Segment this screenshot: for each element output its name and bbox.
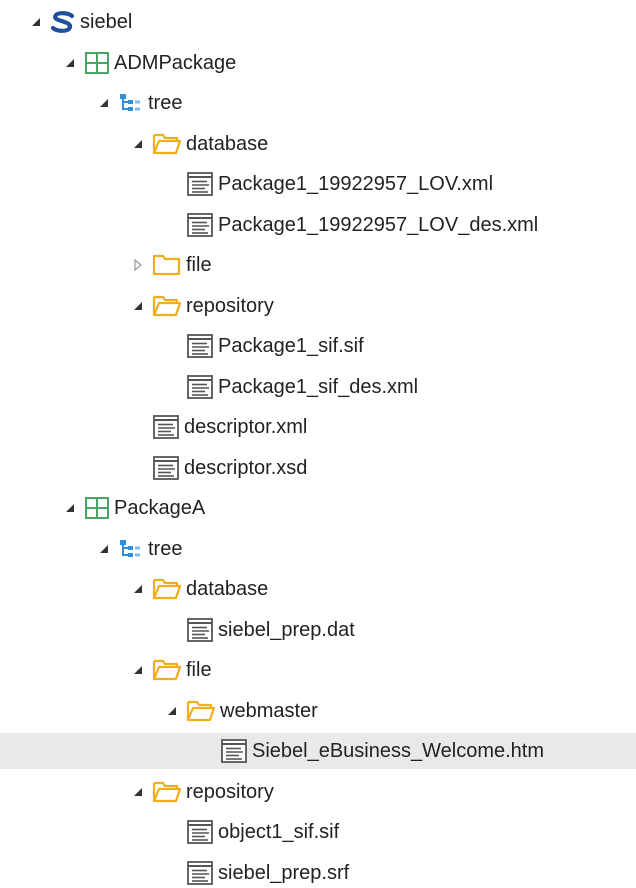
package-grid-icon	[84, 51, 110, 75]
tree-file-row[interactable]: descriptor.xsd	[0, 450, 636, 486]
collapse-arrow-icon[interactable]	[64, 502, 76, 514]
tree-file-row[interactable]: descriptor.xml	[0, 409, 636, 445]
tree-node-label[interactable]: PackageA	[114, 496, 205, 520]
tree-folder-row[interactable]: repository	[0, 774, 636, 810]
tree-node-label[interactable]: file	[186, 658, 212, 682]
tree-node-label[interactable]: siebel	[80, 10, 132, 34]
tree-file-row[interactable]: siebel_prep.dat	[0, 612, 636, 648]
tree-node-label[interactable]: descriptor.xsd	[184, 456, 307, 480]
file-icon	[186, 212, 214, 238]
tree-node-label[interactable]: tree	[148, 91, 182, 115]
tree-node-label[interactable]: siebel_prep.srf	[218, 861, 349, 885]
collapse-arrow-icon[interactable]	[98, 97, 110, 109]
siebel-logo-icon	[50, 11, 76, 33]
file-icon	[186, 333, 214, 359]
collapse-arrow-icon[interactable]	[64, 57, 76, 69]
tree-folder-row[interactable]: siebel	[0, 4, 636, 40]
tree-file-row[interactable]: Package1_19922957_LOV.xml	[0, 166, 636, 202]
file-icon	[152, 455, 180, 481]
tree-node-label[interactable]: file	[186, 253, 212, 277]
tree-folder-row[interactable]: database	[0, 126, 636, 162]
file-icon	[186, 860, 214, 886]
tree-node-label[interactable]: Siebel_eBusiness_Welcome.htm	[252, 739, 544, 763]
expand-arrow-icon[interactable]	[132, 259, 144, 271]
tree-file-row[interactable]: Package1_sif_des.xml	[0, 369, 636, 405]
tree-node-label[interactable]: ADMPackage	[114, 51, 236, 75]
tree-structure-icon	[118, 92, 142, 114]
tree-node-label[interactable]: repository	[186, 294, 274, 318]
tree-file-row[interactable]: Siebel_eBusiness_Welcome.htm	[0, 733, 636, 769]
tree-node-label[interactable]: descriptor.xml	[184, 415, 307, 439]
tree-folder-row[interactable]: tree	[0, 531, 636, 567]
file-icon	[152, 414, 180, 440]
collapse-arrow-icon[interactable]	[132, 300, 144, 312]
folder-open-icon	[152, 780, 182, 804]
file-icon	[186, 171, 214, 197]
tree-folder-row[interactable]: repository	[0, 288, 636, 324]
collapse-arrow-icon[interactable]	[132, 583, 144, 595]
tree-folder-row[interactable]: webmaster	[0, 693, 636, 729]
tree-node-label[interactable]: repository	[186, 780, 274, 804]
tree-node-label[interactable]: database	[186, 577, 268, 601]
file-icon	[186, 374, 214, 400]
tree-node-label[interactable]: webmaster	[220, 699, 318, 723]
tree-file-row[interactable]: object1_sif.sif	[0, 814, 636, 850]
tree-folder-row[interactable]: tree	[0, 85, 636, 121]
tree-folder-row[interactable]: database	[0, 571, 636, 607]
folder-closed-icon	[152, 253, 182, 277]
tree-node-label[interactable]: Package1_sif.sif	[218, 334, 364, 358]
file-icon	[186, 819, 214, 845]
package-grid-icon	[84, 496, 110, 520]
folder-open-icon	[152, 577, 182, 601]
tree-node-label[interactable]: siebel_prep.dat	[218, 618, 355, 642]
tree-folder-row[interactable]: PackageA	[0, 490, 636, 526]
folder-open-icon	[186, 699, 216, 723]
tree-node-label[interactable]: Package1_19922957_LOV_des.xml	[218, 213, 538, 237]
tree-folder-row[interactable]: file	[0, 652, 636, 688]
collapse-arrow-icon[interactable]	[166, 705, 178, 717]
tree-folder-row[interactable]: ADMPackage	[0, 45, 636, 81]
folder-open-icon	[152, 132, 182, 156]
tree-node-label[interactable]: database	[186, 132, 268, 156]
tree-node-label[interactable]: tree	[148, 537, 182, 561]
collapse-arrow-icon[interactable]	[98, 543, 110, 555]
folder-open-icon	[152, 658, 182, 682]
collapse-arrow-icon[interactable]	[132, 786, 144, 798]
file-tree: siebel ADMPackage tree database Package1_199…	[0, 0, 636, 888]
tree-folder-row[interactable]: file	[0, 247, 636, 283]
folder-open-icon	[152, 294, 182, 318]
tree-node-label[interactable]: Package1_sif_des.xml	[218, 375, 418, 399]
tree-node-label[interactable]: object1_sif.sif	[218, 820, 339, 844]
file-icon	[220, 738, 248, 764]
tree-file-row[interactable]: siebel_prep.srf	[0, 855, 636, 888]
collapse-arrow-icon[interactable]	[132, 664, 144, 676]
tree-file-row[interactable]: Package1_sif.sif	[0, 328, 636, 364]
collapse-arrow-icon[interactable]	[132, 138, 144, 150]
tree-structure-icon	[118, 538, 142, 560]
file-icon	[186, 617, 214, 643]
tree-node-label[interactable]: Package1_19922957_LOV.xml	[218, 172, 493, 196]
tree-file-row[interactable]: Package1_19922957_LOV_des.xml	[0, 207, 636, 243]
collapse-arrow-icon[interactable]	[30, 16, 42, 28]
